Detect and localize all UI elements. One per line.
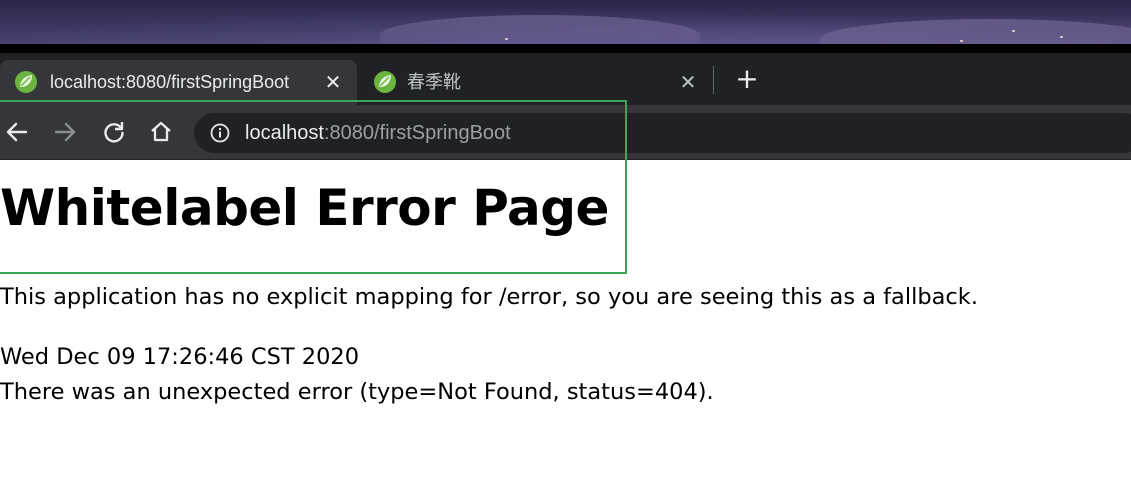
url-host: localhost (245, 122, 324, 144)
tab-separator (713, 66, 714, 94)
reload-icon[interactable] (101, 119, 127, 145)
error-timestamp: Wed Dec 09 17:26:46 CST 2020 (0, 344, 360, 370)
desktop-wallpaper (0, 0, 1131, 45)
address-bar[interactable]: localhost:8080/firstSpringBoot (194, 113, 1131, 153)
forward-arrow-icon[interactable] (52, 119, 78, 145)
url-text: localhost:8080/firstSpringBoot (245, 113, 511, 153)
close-tab-icon[interactable]: ✕ (323, 72, 343, 92)
tab-spring-boots[interactable]: 春季靴 ✕ (357, 60, 712, 105)
close-tab-icon[interactable]: ✕ (678, 72, 698, 92)
info-icon[interactable] (210, 123, 230, 143)
window-frame (0, 44, 1131, 53)
tab-title: 春季靴 (407, 72, 461, 92)
spring-leaf-icon (373, 70, 397, 94)
spring-leaf-icon (14, 70, 38, 94)
back-arrow-icon[interactable] (4, 119, 30, 145)
tab-title: localhost:8080/firstSpringBoot (50, 72, 290, 92)
new-tab-button[interactable]: + (734, 65, 760, 93)
error-detail: There was an unexpected error (type=Not … (0, 379, 714, 405)
page-title: Whitelabel Error Page (0, 179, 609, 237)
tab-localhost[interactable]: localhost:8080/firstSpringBoot ✕ (0, 60, 357, 105)
error-message: This application has no explicit mapping… (0, 284, 978, 310)
browser-toolbar: localhost:8080/firstSpringBoot (0, 105, 1131, 160)
url-path: :8080/firstSpringBoot (323, 122, 511, 144)
tab-strip: localhost:8080/firstSpringBoot ✕ 春季靴 ✕ (0, 53, 1131, 105)
page-content: Whitelabel Error Page This application h… (0, 161, 1131, 486)
home-icon[interactable] (148, 119, 174, 145)
